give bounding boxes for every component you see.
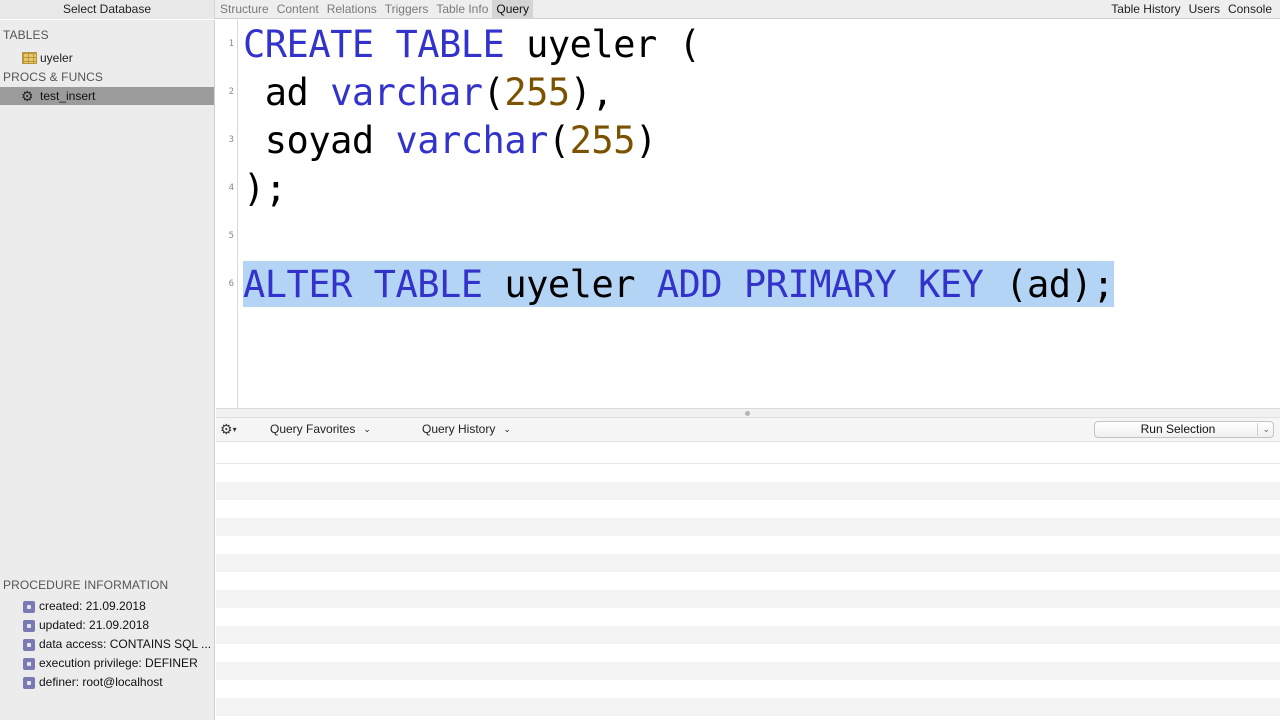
procs-funcs-header: PROCS & FUNCS: [3, 70, 103, 84]
results-header: [216, 442, 1280, 464]
gear-icon: ⚙: [220, 421, 233, 437]
sidebar-item-test-insert[interactable]: ⚙ test_insert: [0, 87, 214, 105]
gear-icon: ⚙: [21, 88, 34, 104]
button-separator: [1257, 423, 1258, 436]
line-number: 4: [228, 183, 234, 193]
select-database-button[interactable]: Select Database: [0, 0, 215, 19]
sql-text: (: [482, 71, 505, 114]
code-line: soyad varchar(255): [243, 119, 657, 162]
query-toolbar: ⚙▾ Query Favorites ⌄ Query History ⌄ Run S…: [216, 418, 1280, 442]
info-created: created: 21.09.2018: [0, 598, 214, 617]
sql-text: uyeler (: [504, 23, 701, 66]
info-bullet-icon: [23, 601, 35, 613]
sql-number: 255: [504, 71, 570, 114]
gear-menu-button[interactable]: ⚙▾: [220, 421, 237, 438]
sql-keyword: ADD: [656, 263, 723, 306]
table-row: [216, 518, 1280, 536]
info-data-access: data access: CONTAINS SQL ...: [0, 636, 214, 655]
sidebar-item-uyeler[interactable]: uyeler: [0, 49, 214, 67]
table-row: [216, 554, 1280, 572]
line-number: 3: [228, 135, 234, 145]
procedure-information-header: PROCEDURE INFORMATION: [3, 578, 169, 592]
right-tabs: Table History Users Console: [1107, 0, 1276, 19]
sql-keyword: KEY: [918, 263, 984, 306]
line-number: 6: [228, 279, 234, 289]
chevron-down-icon: ⌄: [503, 424, 511, 434]
drag-handle-icon[interactable]: [745, 411, 750, 416]
tab-relations[interactable]: Relations: [323, 0, 381, 19]
table-icon: [22, 52, 37, 64]
table-row: [216, 482, 1280, 500]
sidebar: TABLES uyeler PROCS & FUNCS ⚙ test_inser…: [0, 20, 215, 720]
chevron-down-icon[interactable]: ⌄: [1262, 422, 1270, 437]
tables-header: TABLES: [3, 28, 49, 42]
info-execution-privilege: execution privilege: DEFINER: [0, 655, 214, 674]
query-favorites-dropdown[interactable]: Query Favorites ⌄: [270, 422, 371, 436]
tab-structure[interactable]: Structure: [216, 0, 273, 19]
top-bar: Select Database Structure Content Relati…: [0, 0, 1280, 19]
code-line: ad varchar(255),: [243, 71, 614, 114]
query-history-dropdown[interactable]: Query History ⌄: [422, 422, 511, 436]
sql-keyword: PRIMARY: [743, 263, 897, 306]
info-bullet-icon: [23, 620, 35, 632]
run-selection-button[interactable]: Run Selection ⌄: [1094, 421, 1274, 438]
sql-keyword: ALTER: [243, 263, 352, 306]
console-button[interactable]: Console: [1224, 0, 1276, 19]
sql-text: (ad);: [983, 263, 1115, 306]
sql-keyword: TABLE: [373, 263, 483, 306]
code-line: CREATE TABLE uyeler (: [243, 23, 701, 66]
table-row: [216, 626, 1280, 644]
info-updated: updated: 21.09.2018: [0, 617, 214, 636]
view-tabs: Structure Content Relations Triggers Tab…: [216, 0, 534, 19]
sidebar-item-label: test_insert: [40, 89, 96, 103]
code-line-selected: ALTER TABLE uyeler ADD PRIMARY KEY (ad);: [243, 261, 1115, 307]
users-button[interactable]: Users: [1185, 0, 1224, 19]
table-row: [216, 590, 1280, 608]
info-bullet-icon: [23, 658, 35, 670]
sql-keyword: TABLE: [395, 23, 505, 66]
sql-keyword: varchar: [395, 119, 548, 162]
pane-splitter[interactable]: [216, 408, 1280, 418]
table-row: [216, 698, 1280, 716]
info-bullet-icon: [23, 639, 35, 651]
results-table: [216, 442, 1280, 720]
sql-text: ): [634, 119, 657, 162]
line-number: 2: [228, 87, 234, 97]
sql-text: (: [547, 119, 570, 162]
code-line: );: [243, 167, 287, 210]
table-row: [216, 662, 1280, 680]
sql-text: ad: [243, 71, 331, 114]
tab-triggers[interactable]: Triggers: [381, 0, 433, 19]
sql-text: uyeler: [482, 263, 657, 306]
line-number-gutter: 1 2 3 4 5 6: [216, 20, 238, 408]
sql-text: ),: [569, 71, 614, 114]
info-definer: definer: root@localhost: [0, 674, 214, 693]
sql-text: soyad: [243, 119, 396, 162]
table-history-button[interactable]: Table History: [1107, 0, 1184, 19]
sql-text: );: [243, 167, 287, 210]
line-number: 5: [228, 231, 234, 241]
chevron-down-icon: ⌄: [363, 424, 371, 434]
sql-keyword: varchar: [330, 71, 483, 114]
info-bullet-icon: [23, 677, 35, 689]
sidebar-item-label: uyeler: [40, 51, 73, 65]
caret-down-icon: ▾: [232, 425, 237, 434]
query-editor[interactable]: 1 2 3 4 5 6 CREATE TABLE uyeler ( ad var…: [216, 20, 1280, 408]
line-number: 1: [228, 39, 234, 49]
sql-number: 255: [569, 119, 636, 162]
tab-content[interactable]: Content: [273, 0, 323, 19]
sql-keyword: CREATE: [243, 23, 374, 66]
tab-table-info[interactable]: Table Info: [432, 0, 492, 19]
tab-query[interactable]: Query: [492, 0, 534, 19]
